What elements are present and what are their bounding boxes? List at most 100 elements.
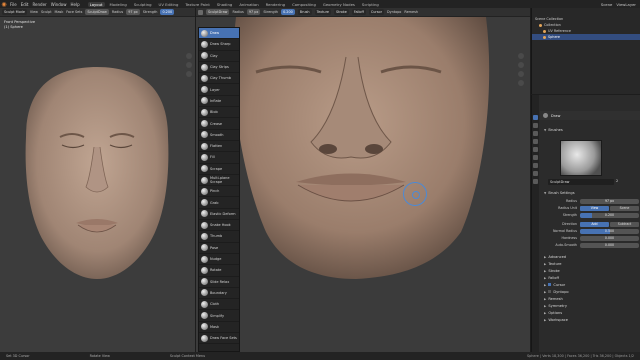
- render-tab-icon[interactable]: [533, 123, 538, 128]
- menu-window[interactable]: Window: [51, 2, 67, 7]
- falloff-menu[interactable]: Falloff: [351, 9, 366, 15]
- brush-blob[interactable]: Blob: [199, 107, 239, 119]
- brush-selector[interactable]: SculptDraw: [206, 9, 230, 15]
- normal-radius-slider[interactable]: 0.500: [580, 228, 639, 234]
- tab-geometry-nodes[interactable]: Geometry Nodes: [321, 2, 357, 7]
- brush-settings-header[interactable]: ▼ Brush Settings: [540, 189, 575, 196]
- checkbox-icon[interactable]: [548, 283, 552, 286]
- texture-subpanel[interactable]: ▶ Texture: [540, 260, 640, 267]
- ortho-toggle-icon[interactable]: [518, 80, 524, 86]
- object-tab-icon[interactable]: [533, 155, 538, 160]
- cursor-subpanel[interactable]: ▶ Cursor: [540, 281, 640, 288]
- texture-menu[interactable]: Texture: [314, 9, 331, 15]
- output-tab-icon[interactable]: [533, 131, 538, 136]
- face-sets-menu[interactable]: Face Sets: [66, 10, 82, 14]
- mode-selector[interactable]: Sculpt Mode: [2, 9, 27, 15]
- tab-compositing[interactable]: Compositing: [290, 2, 318, 7]
- brush-draw-sharp[interactable]: Draw Sharp: [199, 39, 239, 51]
- view-layer-selector[interactable]: ViewLayer: [616, 2, 636, 7]
- radius-field[interactable]: 97 px: [246, 9, 261, 15]
- autosmooth-slider[interactable]: 0.000: [580, 242, 639, 248]
- brush-fill[interactable]: Fill: [199, 152, 239, 164]
- pan-icon[interactable]: [186, 62, 192, 68]
- brush-boundary[interactable]: Boundary: [199, 288, 239, 300]
- remesh-menu[interactable]: Remesh: [404, 10, 418, 14]
- hardness-slider[interactable]: 0.000: [580, 235, 639, 241]
- brush-nudge[interactable]: Nudge: [199, 254, 239, 266]
- world-tab-icon[interactable]: [533, 147, 538, 152]
- brush-clay-strips[interactable]: Clay Strips: [199, 62, 239, 74]
- radius-unit-view[interactable]: View: [580, 205, 609, 211]
- tab-uv-editing[interactable]: UV Editing: [157, 2, 181, 7]
- material-tab-icon[interactable]: [533, 179, 538, 184]
- dyntopo-toggle[interactable]: Dyntopo: [387, 10, 401, 14]
- strength-field[interactable]: 0.200: [281, 9, 295, 15]
- tab-layout[interactable]: Layout: [87, 1, 105, 7]
- strength-slider[interactable]: 0.200: [580, 212, 639, 218]
- mask-menu[interactable]: Mask: [55, 10, 64, 14]
- brush-selector[interactable]: SculptDraw: [85, 9, 109, 15]
- camera-icon[interactable]: [518, 71, 524, 77]
- radius-field[interactable]: 97 px: [126, 9, 140, 15]
- camera-icon[interactable]: [186, 71, 192, 77]
- zoom-icon[interactable]: [186, 53, 192, 59]
- brush-pinch[interactable]: Pinch: [199, 186, 239, 198]
- dyntopo-panel[interactable]: ▶ Dyntopo: [540, 288, 640, 295]
- tab-modeling[interactable]: Modeling: [108, 2, 129, 7]
- brush-mask[interactable]: Mask: [199, 322, 239, 334]
- brush-name-field[interactable]: SculptDraw: [548, 179, 614, 185]
- brush-clay[interactable]: Clay: [199, 51, 239, 62]
- left-viewport[interactable]: Front Perspective (1) Sphere: [0, 17, 195, 352]
- brush-flatten[interactable]: Flatten: [199, 141, 239, 153]
- brush-smooth[interactable]: Smooth: [199, 130, 239, 141]
- modifier-tab-icon[interactable]: [533, 163, 538, 168]
- tab-rendering[interactable]: Rendering: [264, 2, 287, 7]
- brush-cloth[interactable]: Cloth: [199, 299, 239, 311]
- brush-snake-hook[interactable]: Snake Hook: [199, 220, 239, 232]
- cursor-menu[interactable]: Cursor: [368, 9, 384, 15]
- brush-scrape[interactable]: Scrape: [199, 164, 239, 175]
- checkbox-icon[interactable]: [548, 290, 552, 293]
- brush-multiplane-scrape[interactable]: Multi-plane Scrape: [199, 175, 239, 187]
- brush-crease[interactable]: Crease: [199, 118, 239, 130]
- brush-menu[interactable]: Brush: [297, 9, 312, 15]
- physics-tab-icon[interactable]: [533, 171, 538, 176]
- menu-edit[interactable]: Edit: [21, 2, 29, 7]
- brush-inflate[interactable]: Inflate: [199, 96, 239, 108]
- radius-field[interactable]: 97 px: [580, 198, 639, 204]
- brush-simplify[interactable]: Simplify: [199, 310, 239, 322]
- blender-logo-icon[interactable]: ◉: [0, 0, 8, 8]
- tool-tab-icon[interactable]: [533, 115, 538, 120]
- pan-icon[interactable]: [518, 62, 524, 68]
- scene-tab-icon[interactable]: [533, 139, 538, 144]
- workspace-panel[interactable]: ▶ Workspace: [540, 316, 640, 323]
- scene-selector[interactable]: Scene: [601, 2, 613, 7]
- brush-layer[interactable]: Layer: [199, 84, 239, 96]
- sculpt-menu[interactable]: Sculpt: [41, 10, 52, 14]
- falloff-subpanel[interactable]: ▶ Falloff: [540, 274, 640, 281]
- brush-thumb[interactable]: Thumb: [199, 231, 239, 243]
- brush-slide-relax[interactable]: Slide Relax: [199, 277, 239, 288]
- options-panel[interactable]: ▶ Options: [540, 309, 640, 316]
- symmetry-panel[interactable]: ▶ Symmetry: [540, 302, 640, 309]
- zoom-icon[interactable]: [518, 53, 524, 59]
- menu-render[interactable]: Render: [32, 2, 46, 7]
- direction-add[interactable]: Add: [580, 221, 609, 227]
- main-viewport[interactable]: User Perspective (1) Sphere: [196, 17, 530, 352]
- tab-animation[interactable]: Animation: [237, 2, 260, 7]
- brush-draw[interactable]: Draw: [199, 28, 239, 40]
- tab-texture-paint[interactable]: Texture Paint: [183, 2, 212, 7]
- tab-scripting[interactable]: Scripting: [360, 2, 381, 7]
- brush-grab[interactable]: Grab: [199, 197, 239, 209]
- tab-sculpting[interactable]: Sculpting: [132, 2, 154, 7]
- brush-elastic-deform[interactable]: Elastic Deform: [199, 209, 239, 221]
- view-menu[interactable]: View: [30, 10, 38, 14]
- radius-unit-scene[interactable]: Scene: [610, 205, 639, 211]
- stroke-subpanel[interactable]: ▶ Stroke: [540, 267, 640, 274]
- brushes-panel-header[interactable]: ▼ Brushes: [540, 126, 640, 133]
- brush-clay-thumb[interactable]: Clay Thumb: [199, 73, 239, 85]
- strength-field[interactable]: 0.200: [160, 9, 175, 15]
- stroke-menu[interactable]: Stroke: [334, 9, 349, 15]
- direction-subtract[interactable]: Subtract: [610, 221, 639, 227]
- menu-file[interactable]: File: [10, 2, 17, 7]
